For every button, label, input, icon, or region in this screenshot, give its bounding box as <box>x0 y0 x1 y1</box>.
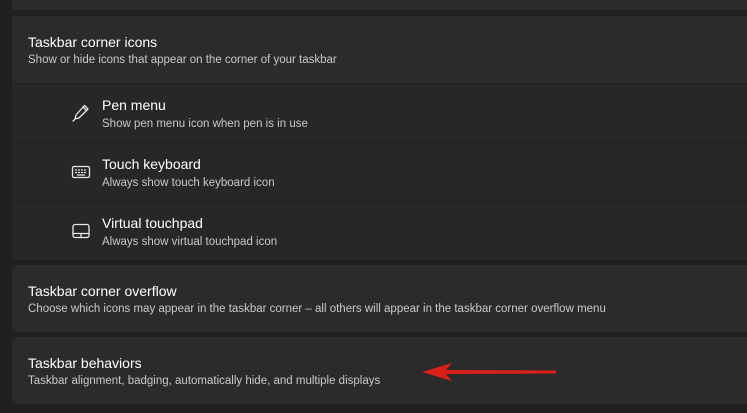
taskbar-corner-icons-header[interactable]: Taskbar corner icons Show or hide icons … <box>12 16 747 83</box>
taskbar-corner-icons-title: Taskbar corner icons <box>28 34 158 50</box>
taskbar-behaviors-card[interactable]: Taskbar behaviors Taskbar alignment, bad… <box>12 337 747 404</box>
virtual-touchpad-label: Virtual touchpad <box>102 215 203 231</box>
touch-keyboard-description: Always show touch keyboard icon <box>102 177 275 189</box>
taskbar-corner-overflow-title: Taskbar corner overflow <box>28 283 177 299</box>
touch-keyboard-label: Touch keyboard <box>102 156 201 172</box>
touchpad-icon <box>71 221 91 241</box>
previous-setting-card[interactable] <box>12 0 747 10</box>
taskbar-corner-icons-description: Show or hide icons that appear on the co… <box>28 54 337 66</box>
taskbar-corner-overflow-description: Choose which icons may appear in the tas… <box>28 303 606 315</box>
taskbar-settings-page: Taskbar corner icons Show or hide icons … <box>0 0 747 413</box>
pen-menu-label: Pen menu <box>102 97 166 113</box>
setting-row-pen-menu[interactable]: Pen menu Show pen menu icon when pen is … <box>12 84 747 142</box>
red-arrow-icon <box>420 361 560 383</box>
taskbar-behaviors-description: Taskbar alignment, badging, automaticall… <box>28 375 381 387</box>
setting-row-touch-keyboard[interactable]: Touch keyboard Always show touch keyboar… <box>12 143 747 201</box>
pen-icon <box>71 103 91 123</box>
keyboard-icon <box>71 162 91 182</box>
pen-menu-description: Show pen menu icon when pen is in use <box>102 118 308 130</box>
virtual-touchpad-description: Always show virtual touchpad icon <box>102 236 278 248</box>
setting-row-virtual-touchpad[interactable]: Virtual touchpad Always show virtual tou… <box>12 202 747 260</box>
taskbar-behaviors-title: Taskbar behaviors <box>28 355 142 371</box>
taskbar-corner-overflow-card[interactable]: Taskbar corner overflow Choose which ico… <box>12 265 747 332</box>
